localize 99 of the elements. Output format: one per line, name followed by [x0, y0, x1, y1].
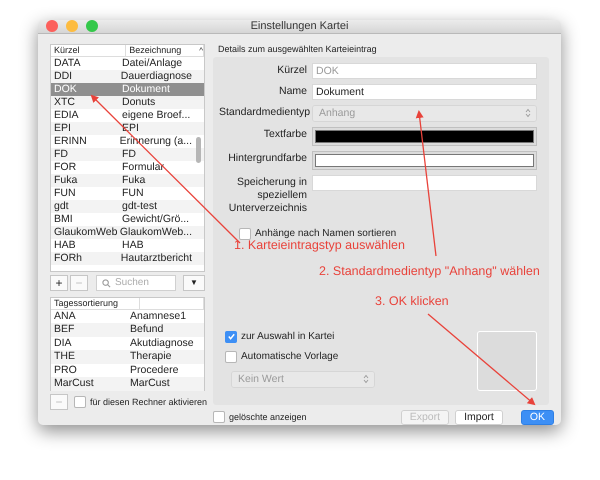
column-header[interactable]: Bezeichnung ^ [126, 44, 204, 56]
table-row[interactable]: THE Therapie [51, 350, 204, 364]
table-cell-text: gdt-test [121, 200, 158, 213]
table-row[interactable]: MarCust MarCust [51, 377, 204, 391]
column-header[interactable]: Tagessortierung [51, 298, 140, 309]
table-row[interactable]: FD FD [51, 148, 204, 161]
push-button[interactable]: Import [455, 410, 503, 425]
checkbox-label: zur Auswahl in Kartei [241, 331, 334, 342]
checkbox[interactable] [74, 396, 86, 408]
table-cell-text: Fuka [53, 174, 78, 187]
table-row[interactable]: EDIA eigene Broef... [51, 108, 204, 122]
table-row[interactable]: DATA Datei/Anlage [51, 56, 204, 70]
table-row[interactable]: BEF Befund [51, 323, 204, 337]
table-cell-text: GlaukomWeb [53, 226, 118, 239]
table-cell-text: GlaukomWeb... [118, 226, 192, 239]
search-field[interactable]: Suchen [96, 274, 176, 291]
table-cell-text: FUN [53, 186, 77, 200]
table-row[interactable]: XTC Donuts [51, 96, 204, 109]
table-cell-text: Dauerdiagnose [120, 70, 192, 83]
table-cell-text: Fuka [121, 174, 146, 187]
table-row[interactable]: DIA Akutdiagnose [51, 336, 204, 350]
table-row[interactable]: FORh Hautarztbericht [51, 252, 204, 265]
table-row[interactable]: ANA Anamnese1 [51, 310, 204, 324]
window-title: Einstellungen Kartei [250, 20, 348, 32]
field-label: Speicherung in speziellem Unterverzeichnis [228, 174, 307, 215]
checkbox[interactable] [225, 330, 237, 343]
table-cell-text: PRO [53, 364, 78, 378]
table-cell-text: ANA [53, 310, 77, 324]
table-cell-text: FUN [121, 186, 145, 200]
table-row[interactable]: GlaukomWeb GlaukomWeb... [51, 226, 204, 239]
table-cell-text: BEF [53, 323, 76, 337]
table-cell-text: MarCust [129, 377, 171, 391]
input-field[interactable] [312, 174, 537, 191]
stepper-icon [525, 108, 531, 118]
table-cell-text: FD [53, 148, 69, 161]
checkbox-label: Automatische Vorlage [241, 351, 338, 362]
table-cell-text: gdt [53, 200, 70, 213]
color-well[interactable] [312, 126, 537, 146]
input-field[interactable]: Dokument [312, 84, 537, 100]
annotation-text: 2. Standardmedientyp "Anhang" wählen [319, 264, 540, 278]
table-cell-text: Therapie [129, 350, 172, 364]
table-cell-text: Datei/Anlage [121, 56, 184, 70]
table-cell-text: Dokument [121, 82, 171, 96]
table-cell-text: Procedere [129, 364, 180, 378]
minimize-button[interactable] [66, 20, 78, 32]
table-row[interactable]: FOR Formular [51, 160, 204, 174]
table-cell-text: Donuts [121, 96, 156, 109]
checkbox[interactable] [239, 228, 251, 240]
table-cell-text: Formular [121, 160, 166, 174]
table-cell-text: EDIA [53, 108, 80, 122]
table-cell-text: DATA [53, 56, 82, 70]
table-cell-text: ERINN [53, 134, 88, 148]
table-cell-text: Anamnese1 [129, 310, 188, 324]
table-row[interactable]: HAB HAB [51, 238, 204, 252]
table-cell-text: Akutdiagnose [129, 336, 195, 350]
menu-button[interactable]: ▼ [183, 274, 205, 291]
table-cell-text: DIA [53, 336, 73, 350]
table-cell-text: Befund [129, 323, 164, 337]
checkbox[interactable] [225, 350, 237, 363]
annotation-text: 1. Karteieintragstyp auswählen [234, 238, 405, 252]
table-cell-text: Hautarztbericht [120, 252, 192, 265]
column-header[interactable]: Kürzel [51, 44, 126, 56]
table-cell-text: HAB [53, 238, 77, 252]
table-cell-text: THE [53, 350, 76, 364]
add-button[interactable]: + [50, 274, 68, 291]
checkbox-label: für diesen Rechner aktivieren [90, 396, 208, 407]
table-cell-text: EPI [53, 122, 72, 135]
field-label: Textfarbe [262, 126, 307, 141]
checkbox[interactable] [213, 411, 225, 424]
table-row[interactable]: gdt gdt-test [51, 200, 204, 213]
table-cell-text: FORh [53, 252, 84, 265]
table-row[interactable]: BMI Gewicht/Grö... [51, 212, 204, 226]
table-cell-text: MarCust [53, 377, 95, 391]
field-label: Kürzel [276, 62, 307, 77]
table-cell-text: BMI [53, 212, 74, 226]
image-well[interactable] [477, 330, 537, 391]
zoom-button[interactable] [86, 20, 98, 32]
table-cell-text: Gewicht/Grö... [121, 212, 190, 226]
annotation-text: 3. OK klicken [375, 294, 449, 308]
group-title: Details zum ausgewählten Karteieintrag [218, 44, 378, 54]
table-cell-text: XTC [53, 96, 76, 109]
table-row[interactable]: DDI Dauerdiagnose [51, 70, 204, 83]
field-label: Name [278, 84, 307, 98]
table-cell-text: HAB [121, 238, 145, 252]
close-button[interactable] [46, 20, 58, 32]
table-cell-text: DOK [53, 82, 78, 96]
table-cell-text: FOR [53, 160, 78, 174]
table-cell-text: FD [121, 148, 137, 161]
scrollbar-thumb[interactable] [196, 136, 201, 163]
color-well[interactable] [312, 150, 537, 170]
checkbox-label: Anhänge nach Namen sortieren [255, 228, 396, 240]
field-label: Hintergrundfarbe [227, 150, 307, 165]
table-cell-text: DDI [53, 70, 74, 83]
table-row[interactable]: Fuka Fuka [51, 174, 204, 187]
table-cell-text: eigene Broef... [121, 108, 192, 122]
checkbox-label: gelöschte anzeigen [229, 412, 307, 422]
table-row[interactable]: PRO Procedere [51, 364, 204, 378]
table-row[interactable]: FUN FUN [51, 186, 204, 200]
stepper-icon [363, 374, 369, 384]
